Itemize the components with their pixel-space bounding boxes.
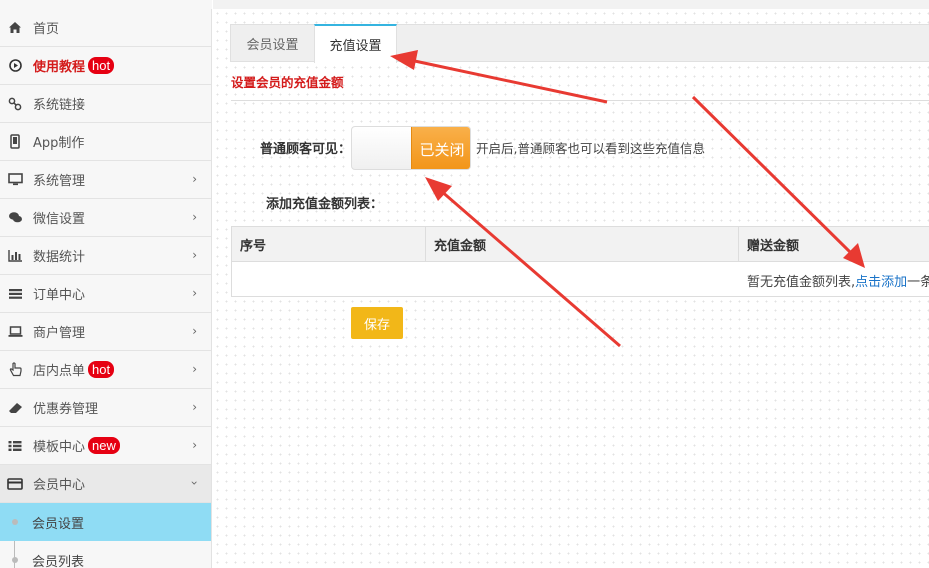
sidebar-item-label: 商户管理 bbox=[33, 326, 86, 341]
recharge-table: 序号 充值金额 赠送金额 暂无充值金额列表,点击添加一条 bbox=[231, 226, 929, 297]
chevron-right-icon: › bbox=[192, 438, 197, 452]
sidebar-subitem-label: 会员列表 bbox=[32, 554, 85, 568]
sidebar-item-coupons[interactable]: 优惠券管理 › bbox=[0, 389, 211, 427]
divider bbox=[231, 100, 929, 101]
visibility-toggle[interactable]: 已关闭 bbox=[351, 126, 471, 170]
bar-chart-icon bbox=[7, 248, 23, 264]
visibility-label: 普通顾客可见： bbox=[260, 142, 352, 157]
sidebar-item-label: 会员中心 bbox=[33, 478, 86, 493]
tab-bar: 会员设置 充值设置 bbox=[230, 24, 929, 63]
tab-recharge-settings[interactable]: 充值设置 bbox=[314, 24, 397, 63]
sidebar-item-merchants[interactable]: 商户管理 › bbox=[0, 313, 211, 351]
sidebar-item-label: 数据统计 bbox=[33, 250, 86, 265]
sidebar-item-label: 系统管理 bbox=[33, 174, 86, 189]
table-header: 序号 充值金额 赠送金额 bbox=[232, 227, 929, 262]
sidebar-item-in-store-order[interactable]: 店内点单 hot › bbox=[0, 351, 211, 389]
sidebar-item-system-links[interactable]: 系统链接 bbox=[0, 85, 211, 123]
sidebar-top-strip bbox=[0, 0, 212, 9]
sidebar-item-orders[interactable]: 订单中心 › bbox=[0, 275, 211, 313]
hot-badge: hot bbox=[88, 57, 115, 74]
sidebar-item-label: 微信设置 bbox=[33, 212, 86, 227]
save-button[interactable]: 保存 bbox=[351, 307, 403, 339]
sidebar-item-wechat[interactable]: 微信设置 › bbox=[0, 199, 211, 237]
chevron-right-icon: › bbox=[192, 248, 197, 262]
toggle-state-label: 已关闭 bbox=[411, 127, 470, 169]
new-badge: new bbox=[88, 437, 120, 454]
column-header-index: 序号 bbox=[232, 227, 426, 262]
sidebar-subitem-label: 会员设置 bbox=[32, 516, 85, 532]
sidebar-item-label: 店内点单 bbox=[33, 364, 86, 379]
chevron-down-icon: › bbox=[187, 480, 202, 486]
credit-card-icon bbox=[7, 476, 23, 492]
sidebar-item-app-make[interactable]: App制作 bbox=[0, 123, 211, 161]
sidebar-item-label: 首页 bbox=[33, 22, 60, 37]
chevron-right-icon: › bbox=[192, 324, 197, 338]
sidebar-item-stats[interactable]: 数据统计 › bbox=[0, 237, 211, 275]
empty-suffix: 一条 bbox=[907, 275, 929, 290]
monitor-icon bbox=[7, 172, 23, 188]
add-recharge-link[interactable]: 点击添加 bbox=[855, 275, 907, 290]
visibility-hint: 开启后,普通顾客也可以看到这些充值信息 bbox=[476, 141, 705, 156]
recharge-list-label: 添加充值金额列表： bbox=[266, 197, 384, 212]
sidebar: 首页 使用教程 hot 系统链接 App制作 系统管理 › 微信设置 › 数据统… bbox=[0, 0, 212, 568]
sidebar-item-templates[interactable]: 模板中心 new › bbox=[0, 427, 211, 465]
chevron-right-icon: › bbox=[192, 210, 197, 224]
tab-member-settings[interactable]: 会员设置 bbox=[231, 24, 314, 63]
chevron-right-icon: › bbox=[192, 362, 197, 376]
main-top-strip bbox=[213, 0, 929, 9]
chevron-right-icon: › bbox=[192, 172, 197, 186]
sidebar-item-home[interactable]: 首页 bbox=[0, 9, 211, 47]
home-icon bbox=[7, 20, 23, 36]
list-icon bbox=[7, 286, 23, 302]
hot-badge: hot bbox=[88, 361, 115, 378]
sidebar-item-label: 使用教程 bbox=[33, 60, 86, 75]
sidebar-item-label: 订单中心 bbox=[33, 288, 86, 303]
sidebar-item-label: 优惠券管理 bbox=[33, 402, 99, 417]
chevron-right-icon: › bbox=[192, 400, 197, 414]
column-header-bonus-amount: 赠送金额 bbox=[747, 239, 800, 254]
empty-text: 暂无充值金额列表, bbox=[747, 275, 856, 290]
submenu-bullet bbox=[12, 557, 18, 563]
empty-table-message: 暂无充值金额列表,点击添加一条 bbox=[747, 271, 929, 290]
main-content: 会员设置 充值设置 设置会员的充值金额 普通顾客可见： 已关闭 开启后,普通顾客… bbox=[213, 0, 929, 568]
submenu-bullet bbox=[12, 519, 18, 525]
link-icon bbox=[7, 96, 23, 112]
sidebar-item-member-center[interactable]: 会员中心 › bbox=[0, 465, 211, 503]
eraser-icon bbox=[7, 400, 23, 416]
laptop-icon bbox=[7, 324, 23, 340]
play-circle-icon bbox=[7, 58, 23, 74]
phone-icon bbox=[7, 134, 23, 150]
sidebar-item-system-manage[interactable]: 系统管理 › bbox=[0, 161, 211, 199]
pointer-hand-icon bbox=[7, 362, 23, 378]
th-list-icon bbox=[7, 438, 23, 454]
chevron-right-icon: › bbox=[192, 286, 197, 300]
sidebar-item-tutorial[interactable]: 使用教程 hot bbox=[0, 47, 211, 85]
section-title: 设置会员的充值金额 bbox=[231, 75, 344, 90]
sidebar-item-label: 系统链接 bbox=[33, 98, 86, 113]
column-header-recharge-amount: 充值金额 bbox=[426, 227, 739, 262]
sidebar-subitem-member-list[interactable]: 会员列表 bbox=[0, 541, 211, 568]
sidebar-subitem-member-settings[interactable]: 会员设置 bbox=[0, 503, 211, 541]
sidebar-item-label: App制作 bbox=[33, 136, 85, 151]
chat-icon bbox=[7, 210, 23, 226]
sidebar-item-label: 模板中心 bbox=[33, 440, 86, 455]
